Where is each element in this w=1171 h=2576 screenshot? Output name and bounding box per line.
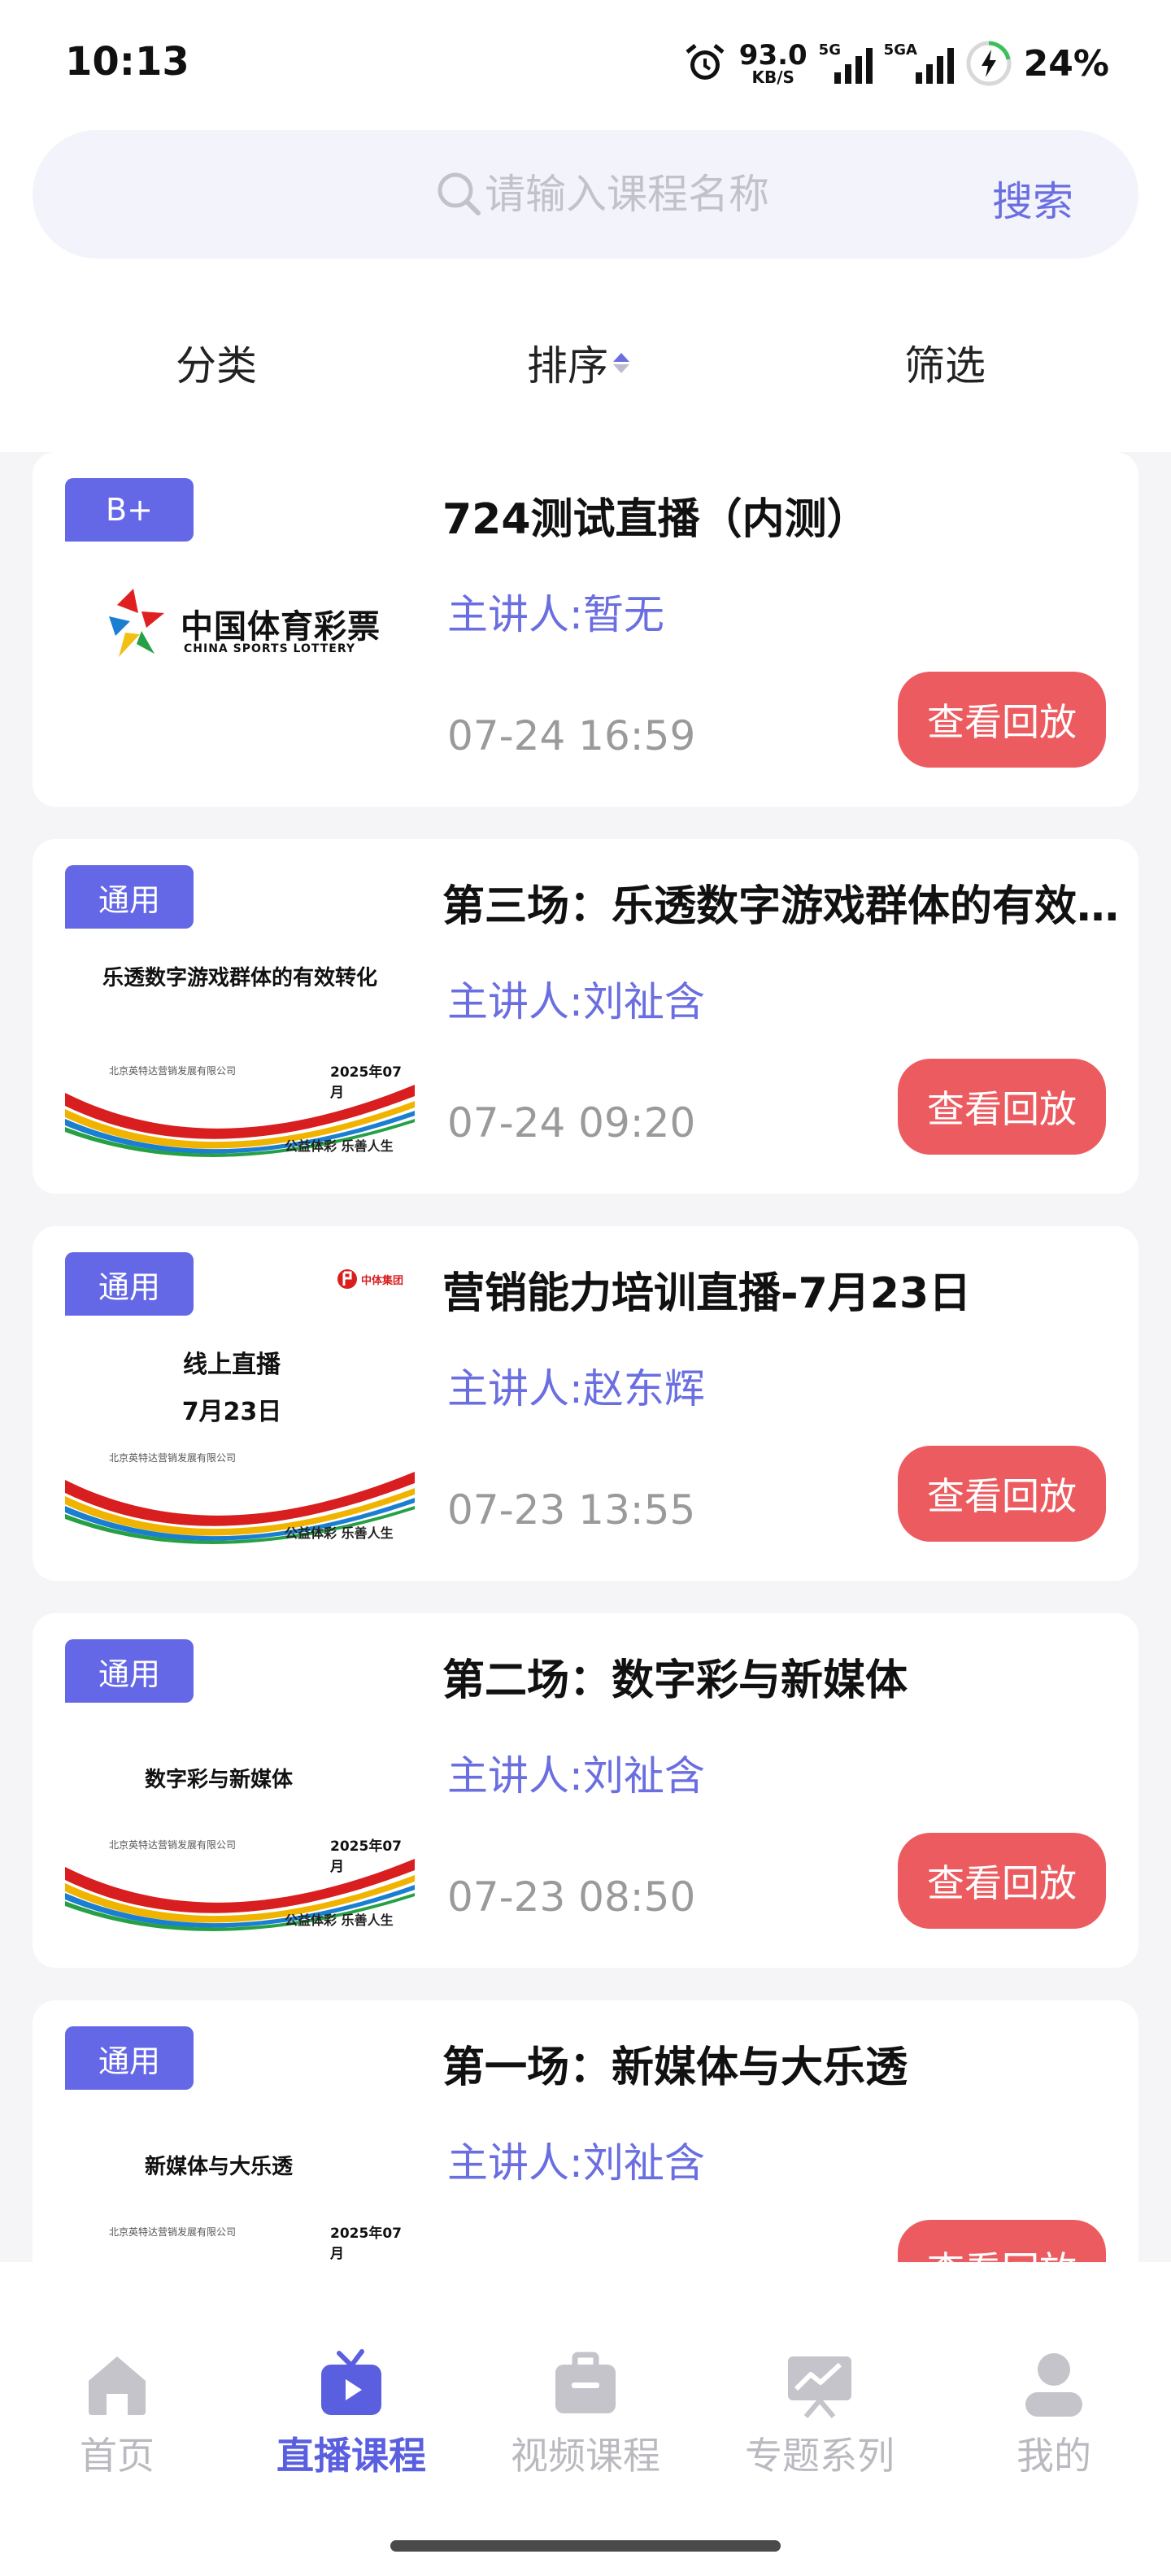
- status-bar: 10:13 93.0 KB/S 5G 5GA 24%: [0, 0, 1171, 130]
- filter-category[interactable]: 分类: [176, 333, 257, 392]
- thumbnail-slogan: 公益体彩 乐善人生: [285, 1138, 394, 1154]
- tab-mine[interactable]: 我的: [937, 2347, 1171, 2480]
- thumbnail-slogan: 公益体彩 乐善人生: [285, 1912, 394, 1928]
- course-card[interactable]: 通用 中体集团 线上直播 7月23日 北京英特达营销发展有限公司 公益体彩 乐善…: [33, 1226, 1138, 1581]
- course-title: 第三场：乐透数字游戏群体的有效转化: [442, 882, 1138, 931]
- course-tag: B+: [65, 478, 194, 542]
- live-tv-icon: [321, 2349, 381, 2415]
- tab-topic-series-label: 专题系列: [745, 2434, 895, 2478]
- course-thumbnail: 通用 新媒体与大乐透 北京英特达营销发展有限公司 2025年07月: [65, 2026, 415, 2262]
- thumbnail-caption-line1: 线上直播: [183, 1351, 281, 1379]
- course-date: 07-23 08:50: [447, 1873, 696, 1921]
- course-tag: 通用: [65, 1252, 194, 1316]
- course-title: 第一场：新媒体与大乐透: [442, 2043, 908, 2092]
- course-thumbnail: 通用 乐透数字游戏群体的有效转化 北京英特达营销发展有限公司 2025年07月 …: [65, 865, 415, 1168]
- thumbnail-company: 北京英特达营销发展有限公司: [109, 1452, 237, 1464]
- filter-screen[interactable]: 筛选: [904, 333, 986, 392]
- filter-sort-label: 排序: [527, 342, 608, 389]
- sports-lottery-logo-icon: [109, 589, 164, 657]
- search-icon: [437, 172, 481, 215]
- search-input[interactable]: [485, 168, 891, 221]
- course-card[interactable]: B+ 中国体育彩票 CHINA SPORTS LOTTERY 724测试直播（内…: [33, 452, 1138, 807]
- course-title: 724测试直播（内测）: [442, 495, 869, 544]
- course-list[interactable]: B+ 中国体育彩票 CHINA SPORTS LOTTERY 724测试直播（内…: [0, 452, 1171, 2262]
- net-speed-value: 93.0: [738, 39, 808, 72]
- tab-live-courses[interactable]: 直播课程: [234, 2347, 468, 2480]
- tab-live-courses-label: 直播课程: [276, 2434, 426, 2478]
- thumbnail-caption: 新媒体与大乐透: [144, 2155, 293, 2179]
- logo-text-cn: 中国体育彩票: [181, 608, 381, 646]
- logo-text-en: CHINA SPORTS LOTTERY: [184, 642, 355, 655]
- course-tag: 通用: [65, 1639, 194, 1703]
- thumbnail-caption-line2: 7月23日: [181, 1398, 282, 1426]
- home-icon: [89, 2356, 146, 2415]
- course-speaker: 主讲人:刘祉含: [447, 1752, 705, 1799]
- battery-charging-icon: [966, 41, 1012, 86]
- net-speed-unit: KB/S: [751, 67, 794, 87]
- course-thumbnail: B+ 中国体育彩票 CHINA SPORTS LOTTERY: [65, 478, 415, 781]
- net-speed: 93.0 KB/S: [739, 41, 808, 85]
- search-bar: 搜索: [33, 130, 1138, 259]
- thumbnail-brand: 中体集团: [361, 1275, 404, 1287]
- course-card[interactable]: 通用 乐透数字游戏群体的有效转化 北京英特达营销发展有限公司 2025年07月 …: [33, 839, 1138, 1194]
- alarm-icon: [686, 44, 725, 80]
- course-date: 07-24 09:20: [447, 1099, 696, 1147]
- course-title: 第二场：数字彩与新媒体: [442, 1656, 908, 1705]
- tab-video-courses[interactable]: 视频课程: [468, 2347, 703, 2480]
- thumbnail-company: 北京英特达营销发展有限公司: [109, 1065, 237, 1077]
- thumbnail-month: 2025年07月: [330, 2226, 402, 2262]
- course-speaker: 主讲人:刘祉含: [447, 2139, 705, 2187]
- user-icon: [1025, 2353, 1082, 2417]
- view-replay-button[interactable]: 查看回放: [898, 672, 1106, 768]
- tab-topic-series[interactable]: 专题系列: [703, 2347, 937, 2480]
- view-replay-button[interactable]: 查看回放: [898, 1446, 1106, 1542]
- status-time: 10:13: [65, 39, 189, 85]
- tab-mine-label: 我的: [1016, 2434, 1091, 2478]
- thumbnail-company: 北京英特达营销发展有限公司: [109, 2226, 237, 2238]
- view-replay-button[interactable]: 查看回放: [898, 1833, 1106, 1929]
- view-replay-button[interactable]: 查看回放: [898, 2220, 1106, 2262]
- brand-logo-icon: [337, 1269, 357, 1289]
- course-speaker: 主讲人:暂无: [447, 591, 664, 638]
- tab-home[interactable]: 首页: [0, 2347, 234, 2480]
- search-button[interactable]: 搜索: [992, 169, 1073, 228]
- course-tag: 通用: [65, 865, 194, 929]
- course-thumbnail: 通用 数字彩与新媒体 北京英特达营销发展有限公司 2025年07月 公益体彩 乐…: [65, 1639, 415, 1942]
- course-speaker: 主讲人:刘祉含: [447, 978, 705, 1025]
- course-card[interactable]: 通用 数字彩与新媒体 北京英特达营销发展有限公司 2025年07月 公益体彩 乐…: [33, 1613, 1138, 1968]
- course-thumbnail: 通用 中体集团 线上直播 7月23日 北京英特达营销发展有限公司 公益体彩 乐善…: [65, 1252, 415, 1555]
- sort-arrows-icon: [613, 352, 629, 373]
- ribbon-graphic: [65, 1085, 415, 1157]
- thumbnail-caption: 数字彩与新媒体: [144, 1768, 293, 1792]
- bottom-tab-bar: 首页 直播课程 视频课程 专题系列 我的: [0, 2262, 1171, 2576]
- ribbon-graphic: [65, 1472, 415, 1544]
- course-card[interactable]: 通用 新媒体与大乐透 北京英特达营销发展有限公司 2025年07月 第一场：新媒…: [33, 2000, 1138, 2262]
- briefcase-icon: [555, 2352, 616, 2413]
- thumbnail-caption: 乐透数字游戏群体的有效转化: [102, 966, 377, 990]
- signal-icon-2: 5GA: [883, 41, 954, 84]
- signal-icon-1: 5G: [819, 41, 873, 84]
- filter-bar: 分类 排序 筛选: [0, 322, 1171, 403]
- thumbnail-slogan: 公益体彩 乐善人生: [285, 1525, 394, 1541]
- ribbon-graphic: [65, 1859, 415, 1931]
- thumbnail-company: 北京英特达营销发展有限公司: [109, 1839, 237, 1851]
- course-date: 07-23 13:55: [447, 1486, 696, 1534]
- view-replay-button[interactable]: 查看回放: [898, 1059, 1106, 1155]
- tab-home-label: 首页: [80, 2434, 155, 2478]
- battery-percent: 24%: [1023, 42, 1109, 85]
- home-indicator[interactable]: [390, 2540, 781, 2552]
- signal-label-2: 5GA: [883, 41, 917, 59]
- course-date: 07-24 16:59: [447, 712, 696, 759]
- presentation-chart-icon: [788, 2356, 851, 2418]
- course-title: 营销能力培训直播-7月23日: [442, 1269, 972, 1318]
- filter-screen-label: 筛选: [904, 342, 986, 389]
- filter-category-label: 分类: [176, 342, 257, 389]
- course-tag: 通用: [65, 2026, 194, 2090]
- status-icons: 93.0 KB/S 5G 5GA 24%: [682, 39, 1109, 88]
- tab-video-courses-label: 视频课程: [511, 2434, 660, 2478]
- filter-sort[interactable]: 排序: [527, 333, 629, 392]
- course-speaker: 主讲人:赵东辉: [447, 1365, 705, 1412]
